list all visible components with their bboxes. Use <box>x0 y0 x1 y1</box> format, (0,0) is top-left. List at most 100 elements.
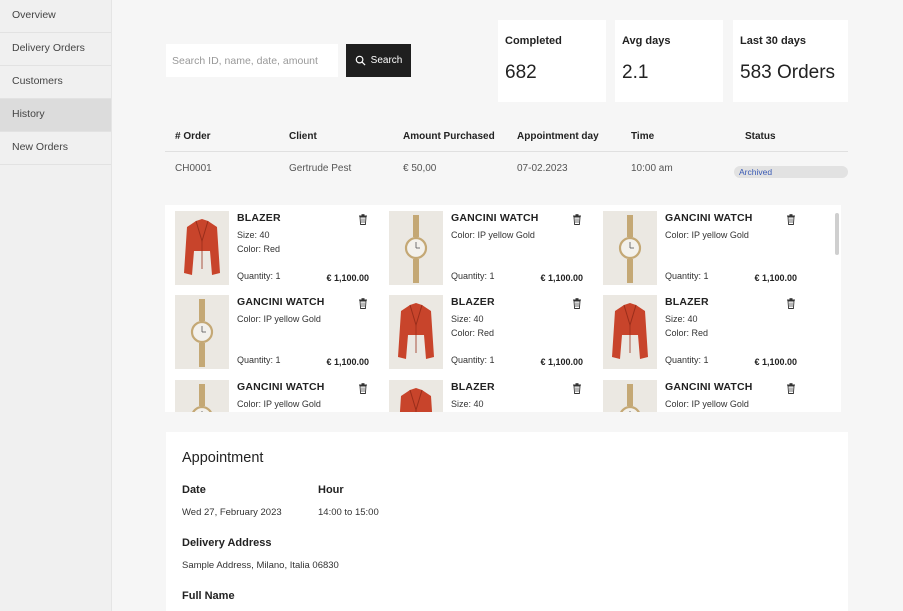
product-card[interactable]: BLAZER Size: 40 Color: Red Quantity: 1 € 1,1… <box>379 289 583 369</box>
time: 10:00 am <box>631 163 673 174</box>
date-label: Date <box>182 484 206 496</box>
stat-label: Completed <box>505 35 562 47</box>
product-color: Color: Red <box>451 328 495 338</box>
product-color: Color: IP yellow Gold <box>237 314 321 324</box>
sidebar-item-new-orders[interactable]: New Orders <box>0 132 111 165</box>
product-quantity: Quantity: 1 <box>665 271 709 281</box>
hour-label: Hour <box>318 484 344 496</box>
watch-image <box>603 211 657 285</box>
trash-icon[interactable] <box>786 212 796 225</box>
blazer-image <box>603 295 657 369</box>
product-card[interactable]: GANCINI WATCH Color: IP yellow Gold Quanti… <box>593 205 797 285</box>
product-size: Size: 40 <box>451 399 484 409</box>
appointment-title: Appointment <box>182 450 264 466</box>
column-amount: Amount Purchased <box>403 131 495 142</box>
table-row[interactable]: CH0001 Gertrude Pest € 50,00 07-02.2023 … <box>165 151 848 186</box>
product-card[interactable]: BLAZER Size: 40 Color: Red Quantity: 1 € 1,1… <box>593 289 797 369</box>
stat-label: Avg days <box>622 35 671 47</box>
product-name: GANCINI WATCH <box>665 381 753 393</box>
sidebar-item-customers[interactable]: Customers <box>0 66 111 99</box>
trash-icon[interactable] <box>572 212 582 225</box>
product-quantity: Quantity: 1 <box>237 355 281 365</box>
product-price: € 1,100.00 <box>540 357 583 367</box>
product-card[interactable]: BLAZER Size: 40 <box>379 374 582 412</box>
stat-value: 583 Orders <box>740 62 836 83</box>
products-scrollbar[interactable] <box>835 213 839 255</box>
sidebar: Overview Delivery Orders Customers Histo… <box>0 0 112 611</box>
stat-card-last-30-days: Last 30 days 583 Orders <box>733 20 848 102</box>
watch-image <box>389 211 443 285</box>
product-quantity: Quantity: 1 <box>451 271 495 281</box>
product-color: Color: IP yellow Gold <box>237 399 321 409</box>
blazer-image <box>175 211 229 285</box>
address-value: Sample Address, Milano, Italia 06830 <box>182 560 339 571</box>
product-quantity: Quantity: 1 <box>665 355 709 365</box>
product-name: GANCINI WATCH <box>665 212 753 224</box>
trash-icon[interactable] <box>572 381 582 394</box>
products-grid: BLAZER Size: 40 Color: Red Quantity: 1 € 1,1… <box>165 205 841 412</box>
watch-image <box>603 380 657 412</box>
sidebar-item-history[interactable]: History <box>0 99 111 132</box>
blazer-image <box>389 380 443 412</box>
product-price: € 1,100.00 <box>326 273 369 283</box>
stat-value: 2.1 <box>622 62 649 83</box>
product-price: € 1,100.00 <box>540 273 583 283</box>
trash-icon[interactable] <box>786 296 796 309</box>
product-quantity: Quantity: 1 <box>237 271 281 281</box>
hour-value: 14:00 to 15:00 <box>318 507 379 518</box>
stat-value: 682 <box>505 62 537 83</box>
product-card[interactable]: GANCINI WATCH Color: IP yellow Gold Quanti… <box>165 289 369 369</box>
stat-card-completed: Completed 682 <box>498 20 606 102</box>
search-icon <box>355 55 366 66</box>
date-value: Wed 27, February 2023 <box>182 507 282 518</box>
product-card[interactable]: GANCINI WATCH Color: IP yellow Gold <box>165 374 368 412</box>
search-button[interactable]: Search <box>346 44 411 77</box>
product-name: GANCINI WATCH <box>237 381 325 393</box>
product-size: Size: 40 <box>237 230 270 240</box>
trash-icon[interactable] <box>358 381 368 394</box>
appointment-day: 07-02.2023 <box>517 163 568 174</box>
status-badge: Archived <box>734 166 848 178</box>
orders-table-header: # Order Client Amount Purchased Appointm… <box>165 131 848 145</box>
product-card[interactable]: GANCINI WATCH Color: IP yellow Gold <box>593 374 796 412</box>
sidebar-item-overview[interactable]: Overview <box>0 0 111 33</box>
product-color: Color: IP yellow Gold <box>665 230 749 240</box>
product-name: BLAZER <box>237 212 281 224</box>
trash-icon[interactable] <box>358 212 368 225</box>
product-size: Size: 40 <box>451 314 484 324</box>
product-color: Color: Red <box>665 328 709 338</box>
column-appointment-day: Appointment day <box>517 131 599 142</box>
full-name-label: Full Name <box>182 590 235 602</box>
product-name: GANCINI WATCH <box>237 296 325 308</box>
column-time: Time <box>631 131 655 142</box>
product-name: BLAZER <box>451 296 495 308</box>
product-price: € 1,100.00 <box>754 357 797 367</box>
stat-label: Last 30 days <box>740 35 807 47</box>
trash-icon[interactable] <box>572 296 582 309</box>
client-name: Gertrude Pest <box>289 163 352 174</box>
product-name: GANCINI WATCH <box>451 212 539 224</box>
product-price: € 1,100.00 <box>754 273 797 283</box>
product-name: BLAZER <box>451 381 495 393</box>
product-quantity: Quantity: 1 <box>451 355 495 365</box>
product-color: Color: IP yellow Gold <box>665 399 749 409</box>
blazer-image <box>389 295 443 369</box>
watch-image <box>175 295 229 369</box>
product-size: Size: 40 <box>665 314 698 324</box>
product-color: Color: IP yellow Gold <box>451 230 535 240</box>
watch-image <box>175 380 229 412</box>
product-card[interactable]: GANCINI WATCH Color: IP yellow Gold Quanti… <box>379 205 583 285</box>
address-label: Delivery Address <box>182 537 272 549</box>
amount: € 50,00 <box>403 163 437 174</box>
sidebar-item-delivery-orders[interactable]: Delivery Orders <box>0 33 111 66</box>
stat-card-avg-days: Avg days 2.1 <box>615 20 723 102</box>
trash-icon[interactable] <box>786 381 796 394</box>
product-name: BLAZER <box>665 296 709 308</box>
search-button-label: Search <box>370 55 403 66</box>
column-status: Status <box>745 131 776 142</box>
search-input[interactable] <box>166 44 338 77</box>
order-id: CH0001 <box>175 163 212 174</box>
product-card[interactable]: BLAZER Size: 40 Color: Red Quantity: 1 € 1,1… <box>165 205 369 285</box>
appointment-panel: Appointment Date Wed 27, February 2023 H… <box>166 432 848 611</box>
trash-icon[interactable] <box>358 296 368 309</box>
